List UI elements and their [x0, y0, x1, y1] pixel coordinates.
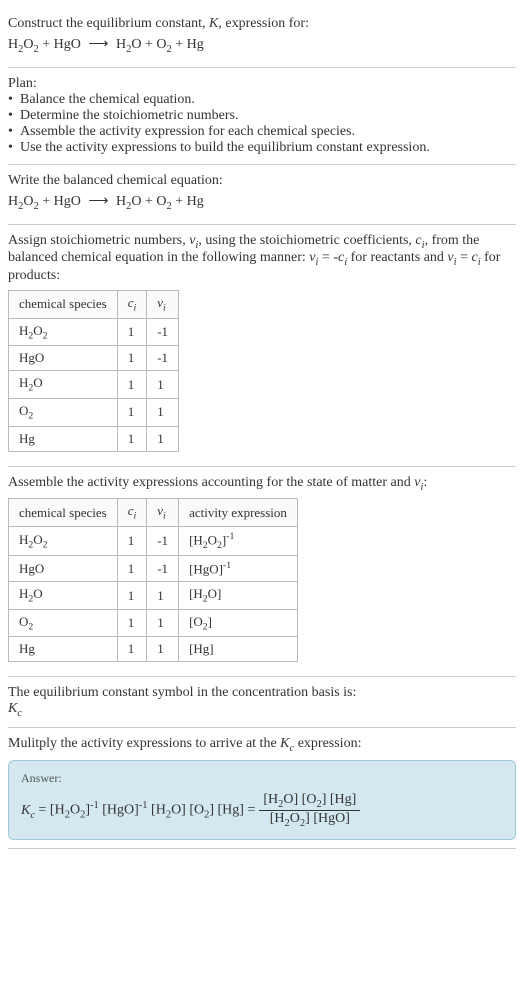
cell-species: H2O: [9, 582, 118, 610]
fraction-numerator: [H2O] [O2] [Hg]: [259, 792, 360, 811]
section-assemble: Assemble the activity expressions accoun…: [8, 467, 516, 678]
assign-text: Assign stoichiometric numbers, νi, using…: [8, 233, 516, 285]
balanced-heading: Write the balanced chemical equation:: [8, 173, 516, 189]
table-row: chemical species ci νi activity expressi…: [9, 499, 298, 527]
symbol-line1: The equilibrium constant symbol in the c…: [8, 685, 516, 701]
cell-vi: -1: [147, 346, 179, 371]
cell-expr: [H2O2]-1: [179, 526, 298, 555]
plan-bullet-3: Assemble the activity expression for eac…: [8, 124, 516, 140]
header-species: chemical species: [9, 499, 118, 527]
header-vi: νi: [147, 499, 179, 527]
section-multiply: Mulitply the activity expressions to arr…: [8, 728, 516, 848]
cell-ci: 1: [117, 398, 147, 426]
cell-expr: [O2]: [179, 609, 298, 637]
cell-ci: 1: [117, 346, 147, 371]
cell-vi: 1: [147, 398, 179, 426]
cell-expr: [Hg]: [179, 637, 298, 662]
balanced-equation: H2O2 + HgO ⟶ H2O + O2 + Hg: [8, 193, 516, 212]
symbol-kc: Kc: [8, 701, 516, 719]
cell-species: O2: [9, 398, 118, 426]
answer-box: Answer: Kc = [H2O2]-1 [HgO]-1 [H2O] [O2]…: [8, 760, 516, 840]
cell-vi: -1: [147, 555, 179, 581]
header-species: chemical species: [9, 291, 118, 319]
construct-equation: H2O2 + HgO ⟶ H2O + O2 + Hg: [8, 36, 516, 55]
cell-vi: 1: [147, 371, 179, 399]
cell-vi: -1: [147, 526, 179, 555]
table-row: HgO 1 -1: [9, 346, 179, 371]
cell-species: H2O2: [9, 526, 118, 555]
cell-ci: 1: [117, 526, 147, 555]
activity-table: chemical species ci νi activity expressi…: [8, 498, 298, 662]
cell-species: H2O: [9, 371, 118, 399]
table-row: O2 1 1: [9, 398, 179, 426]
cell-expr: [H2O]: [179, 582, 298, 610]
table-row: H2O 1 1 [H2O]: [9, 582, 298, 610]
header-ci: ci: [117, 291, 147, 319]
plan-bullet-4: Use the activity expressions to build th…: [8, 140, 516, 156]
cell-ci: 1: [117, 637, 147, 662]
cell-ci: 1: [117, 426, 147, 451]
assemble-heading: Assemble the activity expressions accoun…: [8, 475, 516, 493]
section-symbol: The equilibrium constant symbol in the c…: [8, 677, 516, 728]
table-row: H2O2 1 -1: [9, 318, 179, 346]
section-plan: Plan: Balance the chemical equation. Det…: [8, 68, 516, 165]
section-balanced: Write the balanced chemical equation: H2…: [8, 165, 516, 225]
table-row: HgO 1 -1 [HgO]-1: [9, 555, 298, 581]
cell-species: HgO: [9, 555, 118, 581]
table-row: H2O 1 1: [9, 371, 179, 399]
cell-ci: 1: [117, 609, 147, 637]
plan-bullet-1: Balance the chemical equation.: [8, 92, 516, 108]
cell-ci: 1: [117, 318, 147, 346]
plan-bullet-2: Determine the stoichiometric numbers.: [8, 108, 516, 124]
table-row: chemical species ci νi: [9, 291, 179, 319]
section-assign: Assign stoichiometric numbers, νi, using…: [8, 225, 516, 467]
table-row: Hg 1 1: [9, 426, 179, 451]
answer-fraction: [H2O] [O2] [Hg] [H2O2] [HgO]: [259, 792, 360, 829]
multiply-heading: Mulitply the activity expressions to arr…: [8, 736, 516, 754]
cell-vi: -1: [147, 318, 179, 346]
cell-species: H2O2: [9, 318, 118, 346]
cell-species: O2: [9, 609, 118, 637]
cell-species: Hg: [9, 426, 118, 451]
plan-heading: Plan:: [8, 76, 516, 92]
cell-vi: 1: [147, 426, 179, 451]
header-expr: activity expression: [179, 499, 298, 527]
cell-vi: 1: [147, 637, 179, 662]
header-ci: ci: [117, 499, 147, 527]
table-row: Hg 1 1 [Hg]: [9, 637, 298, 662]
cell-ci: 1: [117, 371, 147, 399]
construct-prompt: Construct the equilibrium constant, K, e…: [8, 16, 516, 32]
cell-expr: [HgO]-1: [179, 555, 298, 581]
fraction-denominator: [H2O2] [HgO]: [259, 811, 360, 829]
header-vi: νi: [147, 291, 179, 319]
table-row: O2 1 1 [O2]: [9, 609, 298, 637]
answer-expression: Kc = [H2O2]-1 [HgO]-1 [H2O] [O2] [Hg] = …: [21, 792, 503, 829]
table-row: H2O2 1 -1 [H2O2]-1: [9, 526, 298, 555]
cell-vi: 1: [147, 582, 179, 610]
cell-ci: 1: [117, 555, 147, 581]
cell-vi: 1: [147, 609, 179, 637]
cell-ci: 1: [117, 582, 147, 610]
answer-label: Answer:: [21, 771, 503, 786]
cell-species: HgO: [9, 346, 118, 371]
stoich-table: chemical species ci νi H2O2 1 -1 HgO 1 -…: [8, 290, 179, 451]
section-construct: Construct the equilibrium constant, K, e…: [8, 8, 516, 68]
cell-species: Hg: [9, 637, 118, 662]
